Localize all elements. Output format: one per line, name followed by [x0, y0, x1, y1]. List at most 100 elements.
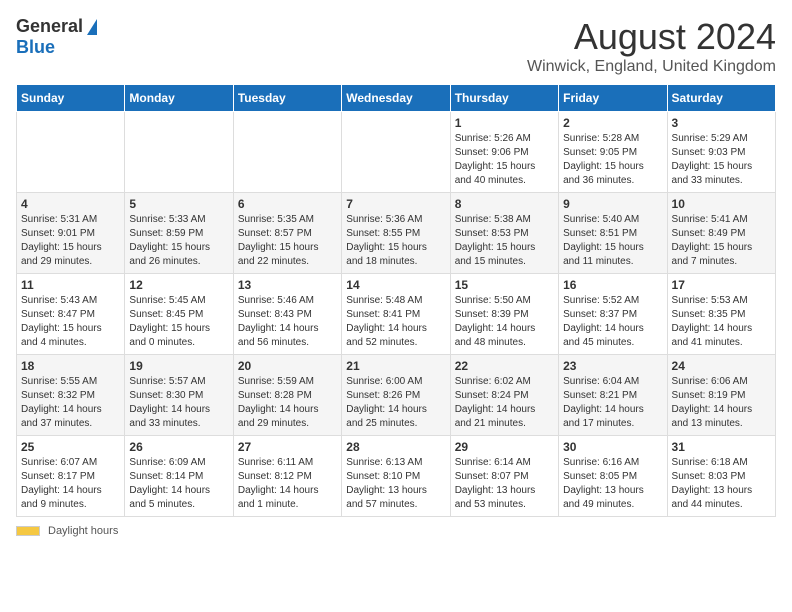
calendar-cell: 29Sunrise: 6:14 AM Sunset: 8:07 PM Dayli…	[450, 436, 558, 517]
day-number: 12	[129, 278, 228, 292]
calendar-week-row: 25 Sunrise: 6:07 AM Sunset: 8:17 PM Dayli…	[17, 436, 776, 517]
day-number: 7	[346, 197, 445, 211]
day-info: Sunrise: 5:57 AM Sunset: 8:30 PM Dayligh…	[129, 375, 228, 431]
logo: General Blue	[16, 16, 97, 58]
calendar-cell	[233, 112, 341, 193]
day-number: 22	[455, 359, 554, 373]
calendar-cell: 5 Sunrise: 5:33 AM Sunset: 8:59 PM Daylig…	[125, 193, 233, 274]
day-number: 1	[455, 116, 554, 130]
calendar-header-row: SundayMondayTuesdayWednesdayThursdayFrid…	[17, 85, 776, 112]
logo-general-text: General	[16, 16, 83, 37]
day-number: 17	[672, 278, 771, 292]
calendar-cell: 6 Sunrise: 5:35 AM Sunset: 8:57 PM Daylig…	[233, 193, 341, 274]
day-number: 26	[129, 440, 228, 454]
calendar-cell: 26 Sunrise: 6:09 AM Sunset: 8:14 PM Dayli…	[125, 436, 233, 517]
day-info: Sunrise: 5:55 AM Sunset: 8:32 PM Dayligh…	[21, 375, 120, 431]
day-number: 13	[238, 278, 337, 292]
calendar-cell: 28 Sunrise: 6:13 AM Sunset: 8:10 PM Dayli…	[342, 436, 450, 517]
day-number: 9	[563, 197, 662, 211]
calendar-cell: 2Sunrise: 5:28 AM Sunset: 9:05 PM Daylig…	[559, 112, 667, 193]
day-number: 18	[21, 359, 120, 373]
day-info: Sunrise: 5:46 AM Sunset: 8:43 PM Dayligh…	[238, 294, 337, 350]
calendar-cell: 11 Sunrise: 5:43 AM Sunset: 8:47 PM Dayli…	[17, 274, 125, 355]
calendar-cell: 25 Sunrise: 6:07 AM Sunset: 8:17 PM Dayli…	[17, 436, 125, 517]
day-info: Sunrise: 5:50 AM Sunset: 8:39 PM Dayligh…	[455, 294, 554, 350]
day-info: Sunrise: 5:43 AM Sunset: 8:47 PM Dayligh…	[21, 294, 120, 350]
day-number: 28	[346, 440, 445, 454]
calendar-table: SundayMondayTuesdayWednesdayThursdayFrid…	[16, 84, 776, 517]
day-info: Sunrise: 6:06 AM Sunset: 8:19 PM Dayligh…	[672, 375, 771, 431]
day-info: Sunrise: 5:38 AM Sunset: 8:53 PM Dayligh…	[455, 213, 554, 269]
calendar-day-header: Thursday	[450, 85, 558, 112]
calendar-cell: 4 Sunrise: 5:31 AM Sunset: 9:01 PM Daylig…	[17, 193, 125, 274]
calendar-cell: 16Sunrise: 5:52 AM Sunset: 8:37 PM Dayli…	[559, 274, 667, 355]
day-info: Sunrise: 5:53 AM Sunset: 8:35 PM Dayligh…	[672, 294, 771, 350]
logo-triangle-icon	[87, 19, 97, 35]
calendar-week-row: 4 Sunrise: 5:31 AM Sunset: 9:01 PM Daylig…	[17, 193, 776, 274]
header: General Blue August 2024 Winwick, Englan…	[16, 16, 776, 76]
day-number: 24	[672, 359, 771, 373]
day-number: 10	[672, 197, 771, 211]
calendar-cell: 13 Sunrise: 5:46 AM Sunset: 8:43 PM Dayli…	[233, 274, 341, 355]
calendar-cell: 18 Sunrise: 5:55 AM Sunset: 8:32 PM Dayli…	[17, 355, 125, 436]
calendar-cell: 31Sunrise: 6:18 AM Sunset: 8:03 PM Dayli…	[667, 436, 775, 517]
calendar-cell: 22 Sunrise: 6:02 AM Sunset: 8:24 PM Dayli…	[450, 355, 558, 436]
calendar-cell: 21Sunrise: 6:00 AM Sunset: 8:26 PM Dayli…	[342, 355, 450, 436]
day-info: Sunrise: 5:31 AM Sunset: 9:01 PM Dayligh…	[21, 213, 120, 269]
calendar-day-header: Monday	[125, 85, 233, 112]
day-number: 8	[455, 197, 554, 211]
day-info: Sunrise: 6:07 AM Sunset: 8:17 PM Dayligh…	[21, 456, 120, 512]
day-info: Sunrise: 5:33 AM Sunset: 8:59 PM Dayligh…	[129, 213, 228, 269]
day-info: Sunrise: 5:35 AM Sunset: 8:57 PM Dayligh…	[238, 213, 337, 269]
day-number: 25	[21, 440, 120, 454]
day-number: 5	[129, 197, 228, 211]
day-info: Sunrise: 6:02 AM Sunset: 8:24 PM Dayligh…	[455, 375, 554, 431]
calendar-cell: 23 Sunrise: 6:04 AM Sunset: 8:21 PM Dayli…	[559, 355, 667, 436]
calendar-cell: 8 Sunrise: 5:38 AM Sunset: 8:53 PM Daylig…	[450, 193, 558, 274]
day-number: 14	[346, 278, 445, 292]
calendar-cell: 30Sunrise: 6:16 AM Sunset: 8:05 PM Dayli…	[559, 436, 667, 517]
day-info: Sunrise: 5:48 AM Sunset: 8:41 PM Dayligh…	[346, 294, 445, 350]
day-number: 6	[238, 197, 337, 211]
calendar-cell: 27 Sunrise: 6:11 AM Sunset: 8:12 PM Dayli…	[233, 436, 341, 517]
day-info: Sunrise: 6:11 AM Sunset: 8:12 PM Dayligh…	[238, 456, 337, 512]
day-info: Sunrise: 6:04 AM Sunset: 8:21 PM Dayligh…	[563, 375, 662, 431]
calendar-cell: 10 Sunrise: 5:41 AM Sunset: 8:49 PM Dayli…	[667, 193, 775, 274]
calendar-cell: 12 Sunrise: 5:45 AM Sunset: 8:45 PM Dayli…	[125, 274, 233, 355]
day-info: Sunrise: 6:13 AM Sunset: 8:10 PM Dayligh…	[346, 456, 445, 512]
calendar-cell: 14 Sunrise: 5:48 AM Sunset: 8:41 PM Dayli…	[342, 274, 450, 355]
day-number: 23	[563, 359, 662, 373]
day-info: Sunrise: 6:18 AM Sunset: 8:03 PM Dayligh…	[672, 456, 771, 512]
day-number: 11	[21, 278, 120, 292]
day-number: 21	[346, 359, 445, 373]
calendar-day-header: Wednesday	[342, 85, 450, 112]
day-info: Sunrise: 5:41 AM Sunset: 8:49 PM Dayligh…	[672, 213, 771, 269]
calendar-cell: 20Sunrise: 5:59 AM Sunset: 8:28 PM Dayli…	[233, 355, 341, 436]
calendar-cell	[342, 112, 450, 193]
day-number: 20	[238, 359, 337, 373]
calendar-cell: 24 Sunrise: 6:06 AM Sunset: 8:19 PM Dayli…	[667, 355, 775, 436]
calendar-day-header: Friday	[559, 85, 667, 112]
day-number: 29	[455, 440, 554, 454]
day-number: 27	[238, 440, 337, 454]
day-info: Sunrise: 5:52 AM Sunset: 8:37 PM Dayligh…	[563, 294, 662, 350]
main-title: August 2024	[527, 16, 776, 58]
calendar-day-header: Sunday	[17, 85, 125, 112]
day-info: Sunrise: 5:29 AM Sunset: 9:03 PM Dayligh…	[672, 132, 771, 188]
day-number: 2	[563, 116, 662, 130]
calendar-cell: 7Sunrise: 5:36 AM Sunset: 8:55 PM Daylig…	[342, 193, 450, 274]
footer: Daylight hours	[16, 525, 776, 537]
day-info: Sunrise: 5:40 AM Sunset: 8:51 PM Dayligh…	[563, 213, 662, 269]
daylight-bar-icon	[16, 526, 40, 536]
day-number: 30	[563, 440, 662, 454]
calendar-week-row: 18 Sunrise: 5:55 AM Sunset: 8:32 PM Dayli…	[17, 355, 776, 436]
calendar-cell: 15Sunrise: 5:50 AM Sunset: 8:39 PM Dayli…	[450, 274, 558, 355]
calendar-cell: 3 Sunrise: 5:29 AM Sunset: 9:03 PM Daylig…	[667, 112, 775, 193]
day-number: 4	[21, 197, 120, 211]
day-info: Sunrise: 5:45 AM Sunset: 8:45 PM Dayligh…	[129, 294, 228, 350]
calendar-day-header: Tuesday	[233, 85, 341, 112]
day-number: 3	[672, 116, 771, 130]
day-info: Sunrise: 6:09 AM Sunset: 8:14 PM Dayligh…	[129, 456, 228, 512]
day-info: Sunrise: 5:26 AM Sunset: 9:06 PM Dayligh…	[455, 132, 554, 188]
calendar-cell: 19Sunrise: 5:57 AM Sunset: 8:30 PM Dayli…	[125, 355, 233, 436]
